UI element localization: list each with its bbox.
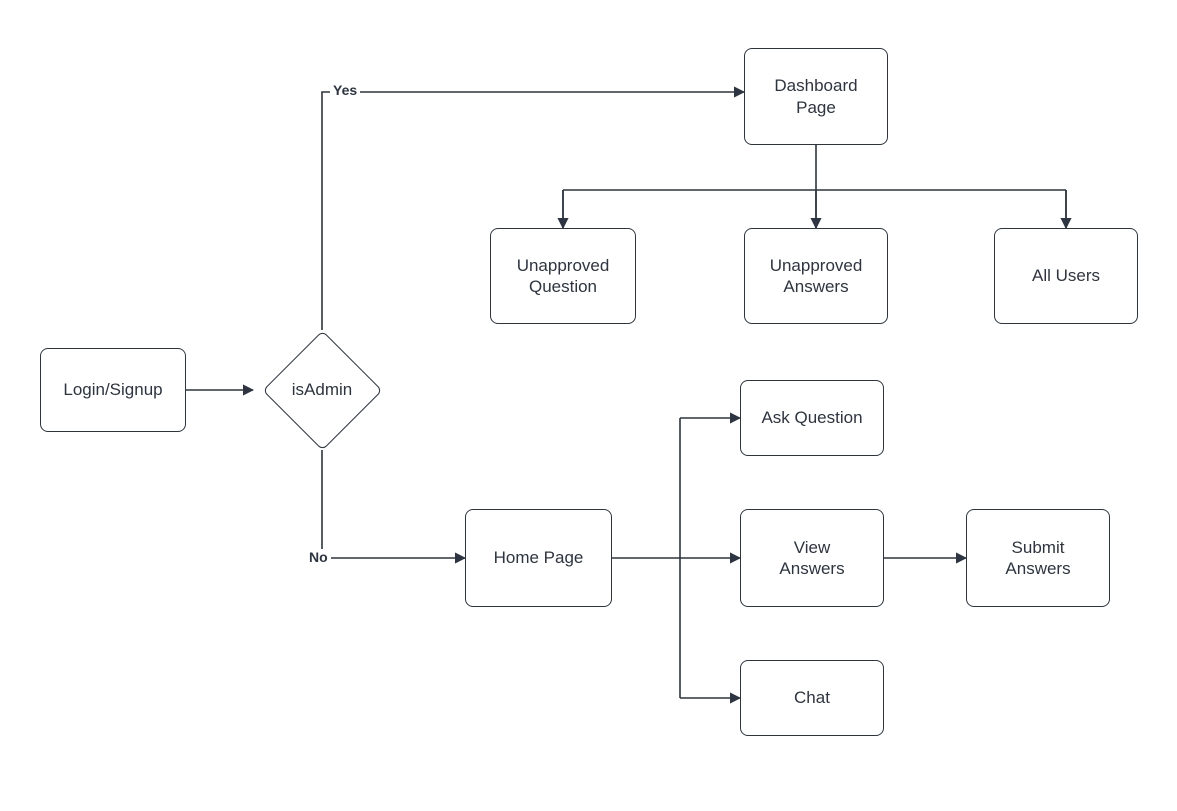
node-submit-answers: Submit Answers <box>966 509 1110 607</box>
node-label: Chat <box>794 687 830 708</box>
node-home-page: Home Page <box>465 509 612 607</box>
node-unapproved-question: Unapproved Question <box>490 228 636 324</box>
node-dashboard-page: Dashboard Page <box>744 48 888 145</box>
node-label: View Answers <box>779 537 844 580</box>
node-label: isAdmin <box>292 380 352 400</box>
node-isadmin: isAdmin <box>262 330 382 450</box>
node-login-signup: Login/Signup <box>40 348 186 432</box>
node-label: Ask Question <box>761 407 862 428</box>
node-ask-question: Ask Question <box>740 380 884 456</box>
flowchart-canvas: Login/Signup isAdmin Dashboard Page Unap… <box>0 0 1177 811</box>
edge-label-no: No <box>306 549 331 565</box>
node-label: Home Page <box>494 547 584 568</box>
node-label: Submit Answers <box>1005 537 1070 580</box>
edge-label-yes: Yes <box>330 82 360 98</box>
node-label: All Users <box>1032 265 1100 286</box>
node-all-users: All Users <box>994 228 1138 324</box>
node-unapproved-answers: Unapproved Answers <box>744 228 888 324</box>
node-label: Dashboard Page <box>774 75 857 118</box>
node-chat: Chat <box>740 660 884 736</box>
node-view-answers: View Answers <box>740 509 884 607</box>
node-label: Login/Signup <box>63 379 162 400</box>
node-label: Unapproved Answers <box>770 255 863 298</box>
node-label: Unapproved Question <box>517 255 610 298</box>
